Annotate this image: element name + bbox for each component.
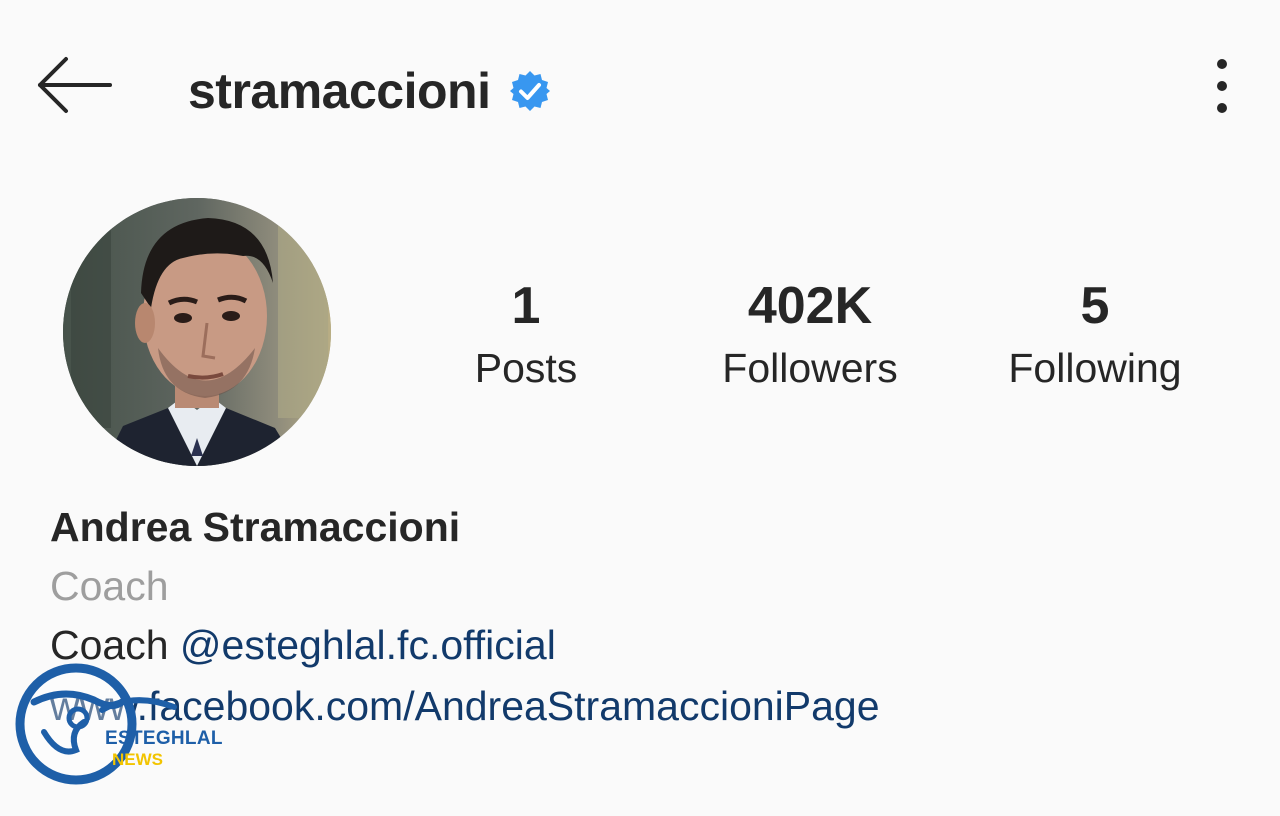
username-header: stramaccioni — [188, 56, 552, 126]
watermark-title: ESTEGHLAL — [105, 728, 223, 749]
profile-page: stramaccioni 1 Posts 402K Followers 5 Fo… — [0, 0, 1280, 816]
following-label: Following — [1008, 345, 1182, 391]
bio-mention-link[interactable]: @esteghlal.fc.official — [180, 622, 556, 668]
posts-count: 1 — [511, 277, 541, 335]
username: stramaccioni — [188, 63, 491, 119]
more-options-button[interactable] — [1198, 54, 1246, 118]
followers-stat[interactable]: 402K Followers — [680, 272, 940, 398]
top-bar: stramaccioni — [0, 0, 1280, 170]
posts-stat[interactable]: 1 Posts — [396, 272, 656, 398]
more-vertical-icon — [1217, 59, 1227, 113]
back-button[interactable] — [30, 50, 120, 120]
following-count: 5 — [1080, 277, 1110, 335]
arrow-left-icon — [38, 57, 112, 113]
avatar-photo — [63, 198, 331, 466]
profile-category: Coach — [50, 563, 169, 609]
watermark-subtitle: NEWS — [112, 750, 163, 769]
profile-avatar[interactable] — [63, 198, 331, 466]
followers-count: 402K — [747, 277, 873, 335]
posts-label: Posts — [474, 345, 578, 391]
followers-label: Followers — [722, 345, 898, 391]
full-name: Andrea Stramaccioni — [50, 504, 461, 550]
verified-badge-icon — [508, 69, 552, 113]
following-stat[interactable]: 5 Following — [965, 272, 1225, 398]
